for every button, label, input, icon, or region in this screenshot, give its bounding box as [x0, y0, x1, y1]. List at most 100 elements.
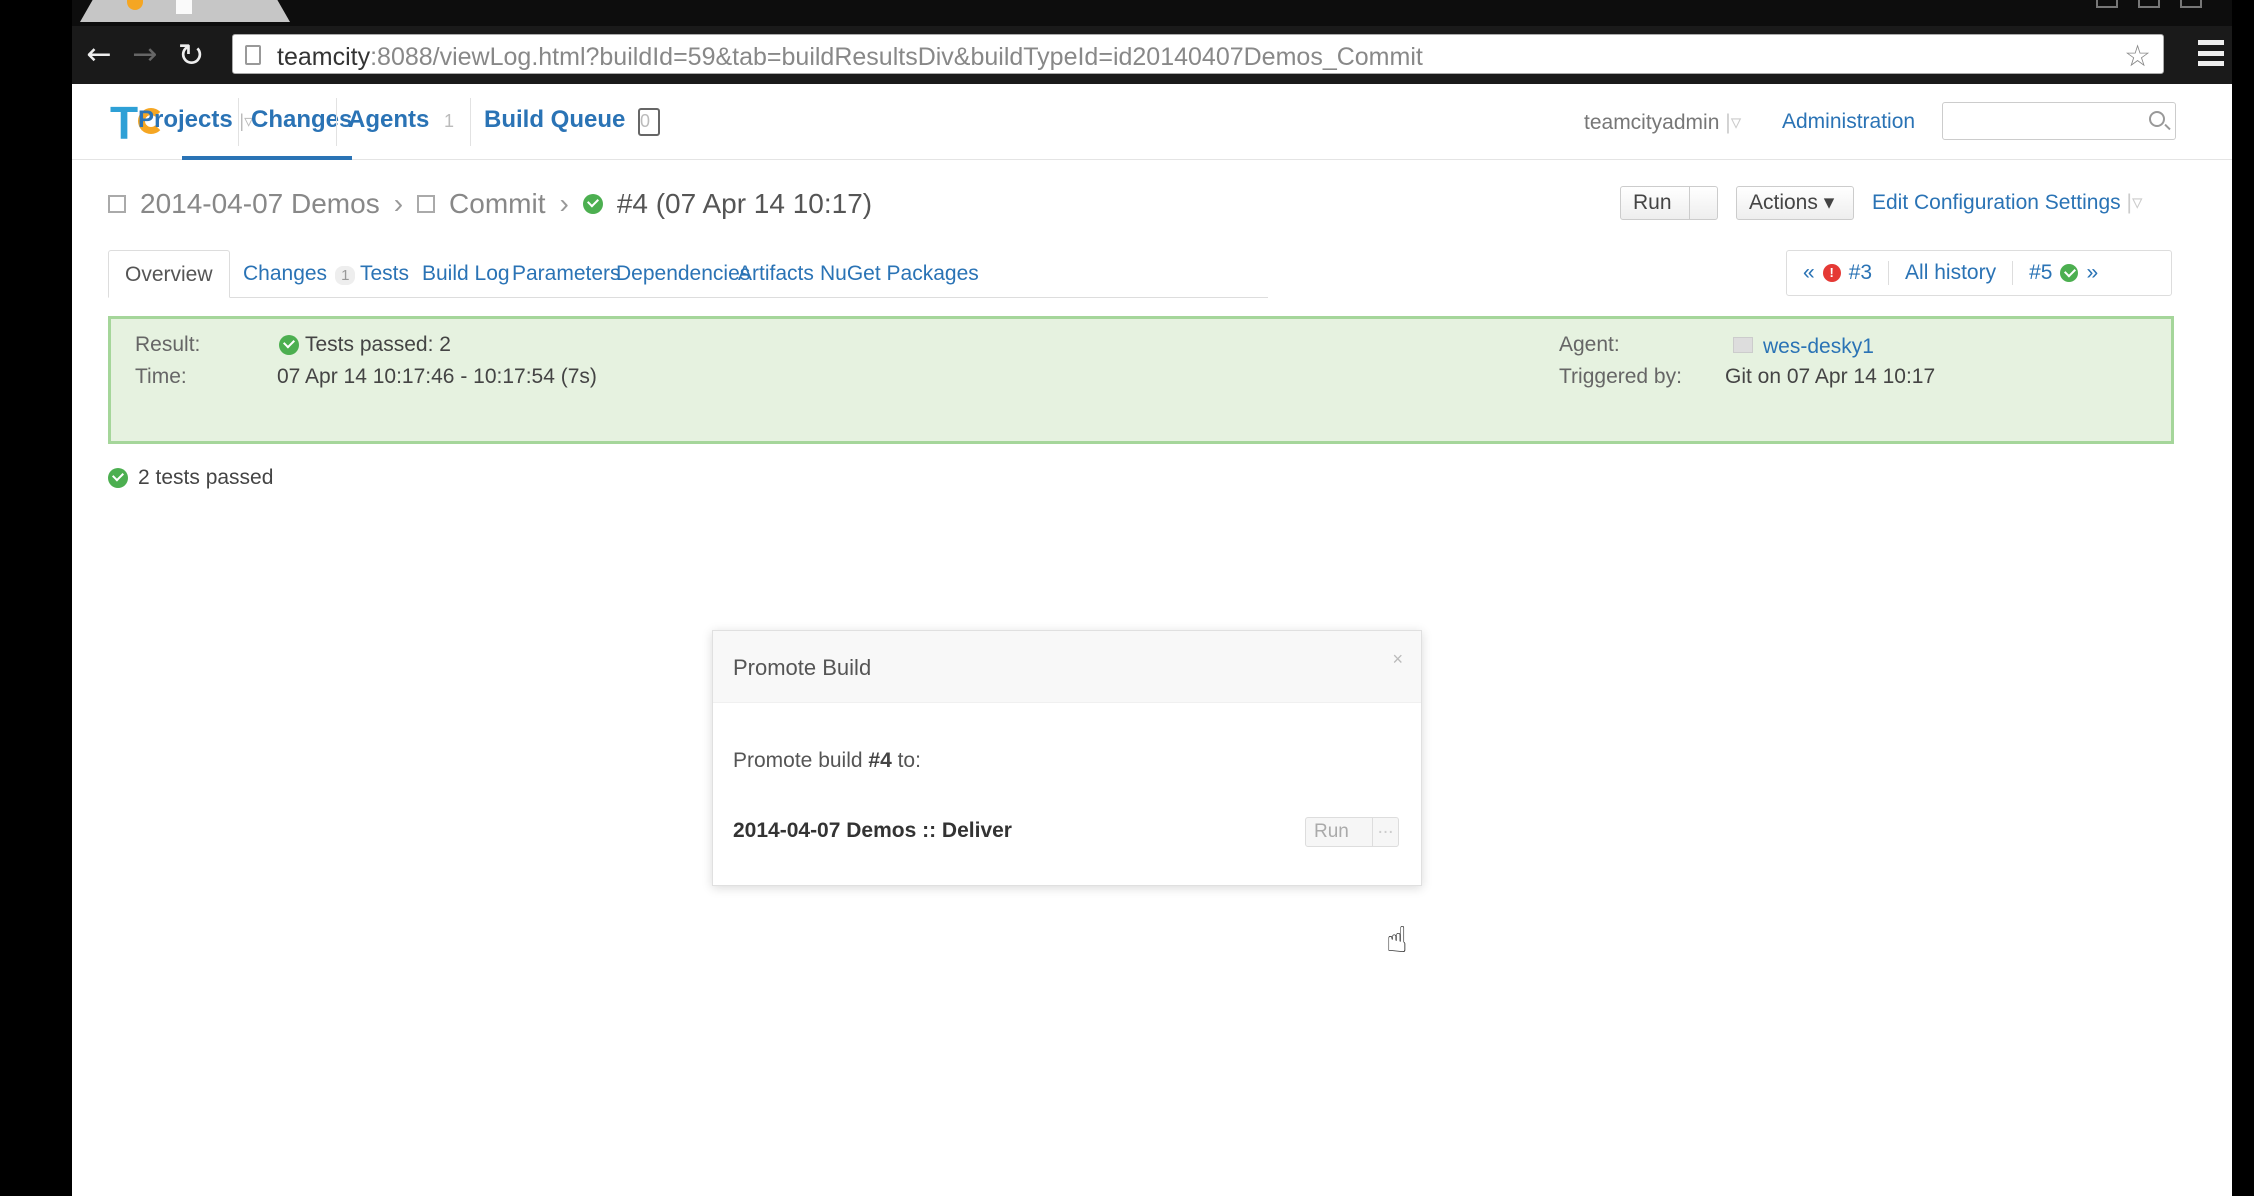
all-history-link[interactable]: All history: [1889, 261, 2014, 285]
next-build-number: #5: [2029, 261, 2053, 284]
screen: ← → ↻ teamcity:8088/viewLog.html?buildId…: [0, 0, 2254, 1196]
breadcrumb-project[interactable]: 2014-04-07 Demos: [140, 188, 380, 220]
back-arrow-icon[interactable]: ←: [82, 38, 116, 72]
maximize-icon[interactable]: [2138, 0, 2160, 8]
user-menu[interactable]: teamcityadmin |▿: [1584, 110, 1741, 135]
triggered-by-value: Git on 07 Apr 14 10:17: [1725, 365, 1936, 388]
edit-dropdown-icon[interactable]: |▿: [2127, 191, 2143, 214]
new-tab-icon[interactable]: [176, 0, 192, 14]
dialog-message-prefix: Promote build: [733, 749, 869, 772]
window-controls: [2096, 0, 2202, 8]
nav-build-queue-label: Build Queue: [484, 106, 626, 133]
breadcrumb: 2014-04-07 Demos › Commit › #4 (07 Apr 1…: [108, 188, 872, 220]
build-tabs: Overview Changes 1 Tests Build Log Parame…: [108, 250, 1268, 298]
page-icon: [245, 45, 261, 65]
nav-agents[interactable]: Agents 1: [348, 106, 454, 134]
time-value: 07 Apr 14 10:17:46 - 10:17:54 (7s): [277, 365, 597, 388]
tests-summary-text[interactable]: 2 tests passed: [138, 466, 273, 490]
address-url[interactable]: teamcity:8088/viewLog.html?buildId=59&ta…: [277, 43, 1423, 72]
nav-projects[interactable]: Projects |▿: [138, 106, 253, 134]
tab-changes[interactable]: Changes 1: [243, 250, 356, 298]
breadcrumb-chevron-icon: ›: [559, 188, 569, 219]
close-icon[interactable]: ×: [1392, 649, 1403, 670]
forward-arrow-icon[interactable]: →: [128, 38, 162, 72]
breadcrumb-build: #4 (07 Apr 14 10:17): [616, 188, 873, 219]
minimize-icon[interactable]: [2096, 0, 2118, 8]
dialog-message: Promote build #4 to:: [733, 749, 921, 773]
build-history-nav: «! #3 All history #5 »: [1786, 250, 2172, 296]
tab-build-log[interactable]: Build Log: [422, 250, 510, 298]
browser-menu-icon[interactable]: [2198, 40, 2224, 66]
nav-projects-label: Projects: [138, 106, 233, 133]
address-bar[interactable]: teamcity:8088/viewLog.html?buildId=59&ta…: [232, 34, 2164, 74]
tab-parameters[interactable]: Parameters: [512, 250, 621, 298]
promote-build-dialog: Promote Build × Promote build #4 to: 201…: [712, 630, 1422, 886]
queue-count-badge: 0: [640, 111, 651, 131]
promote-run-options-button[interactable]: ...: [1372, 818, 1398, 846]
nav-build-queue[interactable]: Build Queue 0: [484, 106, 650, 134]
dialog-header: Promote Build ×: [713, 631, 1421, 703]
close-window-icon[interactable]: [2180, 0, 2202, 8]
search-input[interactable]: [1942, 102, 2176, 140]
tab-artifacts[interactable]: Artifacts: [738, 250, 814, 298]
run-button-label: Run: [1633, 191, 1672, 214]
breadcrumb-chevron-icon: ›: [393, 188, 404, 219]
browser-toolbar: ← → ↻ teamcity:8088/viewLog.html?buildId…: [72, 26, 2232, 84]
previous-arrow-icon: «: [1803, 261, 1815, 284]
nav-agents-label: Agents: [348, 106, 430, 133]
success-check-icon: [582, 194, 603, 214]
windows-agent-icon: [1733, 337, 1753, 353]
success-check-icon: [279, 335, 299, 355]
active-nav-indicator: [182, 156, 352, 160]
edit-configuration-label: Edit Configuration Settings: [1872, 191, 2121, 214]
nav-changes[interactable]: Changes: [251, 106, 352, 134]
failed-build-icon: !: [1822, 264, 1841, 282]
run-button[interactable]: Run: [1620, 186, 1718, 220]
next-arrow-icon: »: [2086, 261, 2099, 284]
url-path: :8088/viewLog.html?buildId=59&tab=buildR…: [370, 43, 1423, 71]
tab-nuget-packages[interactable]: NuGet Packages: [820, 250, 979, 298]
agent-link[interactable]: wes-desky1: [1763, 335, 1874, 359]
dialog-message-suffix: to:: [891, 749, 921, 772]
agents-count-badge: 1: [444, 111, 455, 131]
browser-tabstrip: [72, 0, 2232, 26]
build-result-panel: Result: Tests passed: 2 Time: 07 Apr 14 …: [108, 316, 2174, 444]
previous-build-link[interactable]: «! #3: [1787, 261, 1890, 285]
bookmark-star-icon[interactable]: ☆: [2124, 39, 2151, 74]
promote-run-label: Run: [1314, 821, 1349, 842]
tab-overview[interactable]: Overview: [108, 250, 230, 298]
promote-run-button[interactable]: Run...: [1305, 817, 1399, 847]
project-icon: [108, 195, 126, 213]
time-label: Time:: [135, 365, 187, 388]
tab-changes-label: Changes: [243, 262, 328, 285]
user-dropdown-icon[interactable]: |▿: [1725, 111, 1741, 134]
promote-target: 2014-04-07 Demos :: Deliver: [733, 819, 1012, 842]
tab-dependencies[interactable]: Dependencies: [616, 250, 750, 298]
triggered-by-label: Triggered by:: [1559, 365, 1682, 388]
changes-count-badge: 1: [335, 266, 356, 285]
success-check-icon: [2060, 264, 2079, 282]
previous-build-number: #3: [1848, 261, 1873, 284]
administration-link[interactable]: Administration: [1782, 110, 1915, 134]
build-config-icon: [417, 195, 436, 213]
edit-configuration-link[interactable]: Edit Configuration Settings |▿: [1872, 190, 2143, 215]
tests-summary: 2 tests passed: [108, 466, 273, 490]
nav-divider: [336, 98, 337, 146]
next-build-link[interactable]: #5 »: [2013, 261, 2114, 285]
dialog-build-number: #4: [868, 749, 892, 772]
result-label: Result:: [135, 333, 201, 356]
search-icon[interactable]: [2149, 111, 2165, 127]
hand-cursor-icon: ☝: [1386, 920, 1408, 961]
tab-tests[interactable]: Tests: [360, 250, 409, 298]
nav-divider: [470, 98, 471, 146]
url-host: teamcity: [277, 43, 371, 71]
actions-dropdown[interactable]: Actions ▾: [1736, 186, 1854, 220]
nav-divider: [238, 98, 239, 146]
top-navigation: T Projects |▿ Changes Agents 1 Build Que…: [72, 84, 2232, 160]
user-name: teamcityadmin: [1584, 111, 1720, 134]
breadcrumb-config[interactable]: Commit: [449, 188, 545, 220]
run-options-button[interactable]: [1689, 187, 1717, 219]
reload-icon[interactable]: ↻: [174, 38, 208, 72]
result-value[interactable]: Tests passed: 2: [305, 333, 451, 357]
agent-label: Agent:: [1559, 333, 1620, 356]
